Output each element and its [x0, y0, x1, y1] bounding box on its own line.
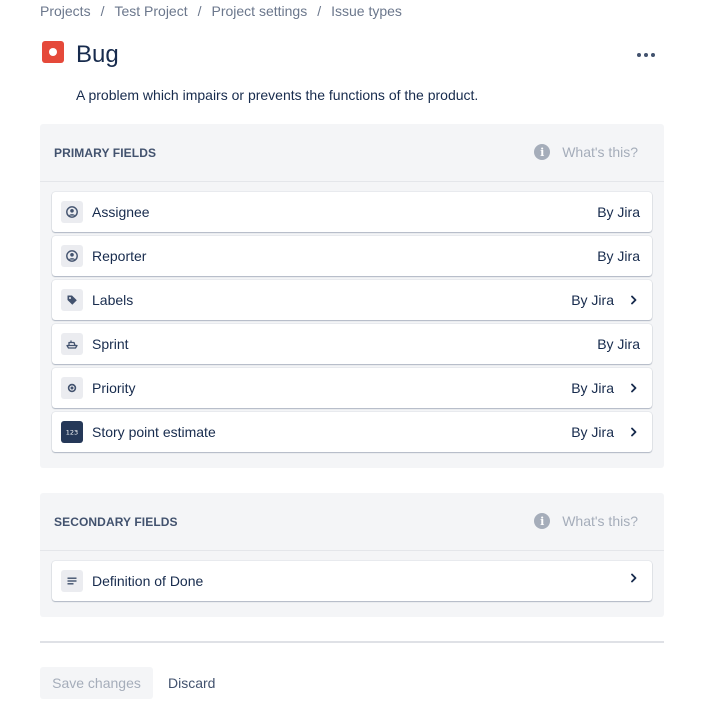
info-icon: i: [534, 513, 551, 529]
field-label: Reporter: [92, 248, 147, 264]
user-avatar-icon: [61, 201, 83, 223]
field-source: By Jira: [571, 292, 640, 308]
more-dot-icon: [644, 53, 648, 57]
secondary-fields-section: SECONDARY FIELDS i What's this? Definiti…: [40, 493, 664, 617]
breadcrumb-separator: /: [197, 3, 202, 19]
primary-fields-section: PRIMARY FIELDS i What's this? Assignee B…: [40, 124, 664, 468]
footer-divider: [40, 641, 664, 643]
field-row-sprint[interactable]: Sprint By Jira: [52, 324, 652, 364]
field-row-story-point-estimate[interactable]: 123 Story point estimate By Jira: [52, 412, 652, 452]
discard-button[interactable]: Discard: [158, 667, 225, 699]
bug-icon: [42, 41, 64, 63]
field-source: By Jira: [571, 380, 640, 396]
paragraph-icon: [61, 570, 83, 592]
field-label: Story point estimate: [92, 424, 216, 440]
page-title: Bug: [76, 41, 119, 68]
more-dot-icon: [651, 53, 655, 57]
field-label: Labels: [92, 292, 134, 308]
field-row-labels[interactable]: Labels By Jira: [52, 280, 652, 320]
primary-fields-header: PRIMARY FIELDS i What's this?: [40, 124, 664, 182]
chevron-right-icon: [628, 427, 640, 437]
user-avatar-icon: [61, 245, 83, 267]
breadcrumb-issue-types[interactable]: Issue types: [331, 3, 402, 19]
page-header: Bug: [41, 40, 664, 72]
field-row-definition-of-done[interactable]: Definition of Done: [52, 561, 652, 601]
primary-field-list: Assignee By Jira Reporter By Jira Labels…: [40, 182, 664, 452]
field-source: By Jira: [597, 204, 640, 220]
more-dot-icon: [637, 53, 641, 57]
section-title: SECONDARY FIELDS: [54, 515, 178, 529]
field-row-reporter[interactable]: Reporter By Jira: [52, 236, 652, 276]
field-label: Sprint: [92, 336, 129, 352]
breadcrumb: Projects / Test Project / Project settin…: [40, 3, 402, 19]
whats-this-link[interactable]: i What's this?: [534, 144, 638, 160]
field-label: Priority: [92, 380, 136, 396]
breadcrumb-separator: /: [317, 3, 322, 19]
field-source-label: By Jira: [597, 336, 640, 352]
field-row-assignee[interactable]: Assignee By Jira: [52, 192, 652, 232]
whats-this-link[interactable]: i What's this?: [534, 513, 638, 529]
field-label: Definition of Done: [92, 573, 204, 589]
save-changes-button[interactable]: Save changes: [40, 667, 153, 699]
secondary-field-list: Definition of Done: [40, 551, 664, 601]
field-row-priority[interactable]: Priority By Jira: [52, 368, 652, 408]
chevron-right-icon: [628, 295, 640, 305]
field-source-label: By Jira: [597, 204, 640, 220]
svg-text:123: 123: [66, 429, 78, 437]
ship-icon: [61, 333, 83, 355]
secondary-fields-header: SECONDARY FIELDS i What's this?: [40, 493, 664, 551]
field-source: By Jira: [597, 248, 640, 264]
field-source: By Jira: [571, 424, 640, 440]
whats-this-label: What's this?: [562, 144, 638, 160]
breadcrumb-project-settings[interactable]: Project settings: [212, 3, 308, 19]
info-icon: i: [534, 144, 551, 160]
breadcrumb-test-project[interactable]: Test Project: [114, 3, 187, 19]
number-123-icon: 123: [61, 421, 83, 443]
field-source-label: By Jira: [571, 380, 614, 396]
issue-type-description[interactable]: A problem which impairs or prevents the …: [76, 87, 478, 103]
field-source-label: By Jira: [571, 292, 614, 308]
chevron-right-icon: [628, 573, 640, 583]
field-source: [614, 573, 640, 583]
more-actions-button[interactable]: [632, 43, 660, 67]
section-title: PRIMARY FIELDS: [54, 146, 157, 160]
chevron-right-icon: [628, 383, 640, 393]
breadcrumb-separator: /: [100, 3, 105, 19]
field-source-label: By Jira: [597, 248, 640, 264]
breadcrumb-projects[interactable]: Projects: [40, 3, 91, 19]
field-label: Assignee: [92, 204, 150, 220]
tag-icon: [61, 289, 83, 311]
field-source: By Jira: [597, 336, 640, 352]
radio-dot-icon: [61, 377, 83, 399]
whats-this-label: What's this?: [562, 513, 638, 529]
field-source-label: By Jira: [571, 424, 614, 440]
